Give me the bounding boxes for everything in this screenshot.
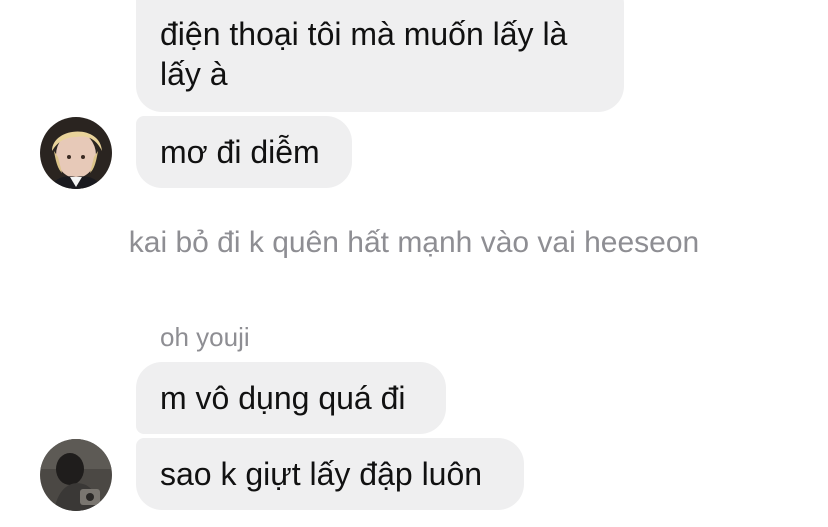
- avatar-photo-icon: [40, 439, 112, 511]
- message-bubble[interactable]: sao k giựt lấy đập luôn: [136, 438, 524, 510]
- message-bubble[interactable]: mơ đi diễm: [136, 116, 352, 188]
- avatar-photo-icon: [40, 117, 112, 189]
- system-note: kai bỏ đi k quên hất mạnh vào vai heeseo…: [128, 226, 700, 259]
- sender-name: oh youji: [160, 322, 250, 352]
- avatar[interactable]: [40, 117, 112, 189]
- chat-thread: điện thoại tôi mà muốn lấy là lấy à mơ đ…: [0, 0, 828, 527]
- avatar[interactable]: [40, 439, 112, 511]
- message-bubble[interactable]: m vô dụng quá đi: [136, 362, 446, 434]
- message-bubble[interactable]: điện thoại tôi mà muốn lấy là lấy à: [136, 0, 624, 112]
